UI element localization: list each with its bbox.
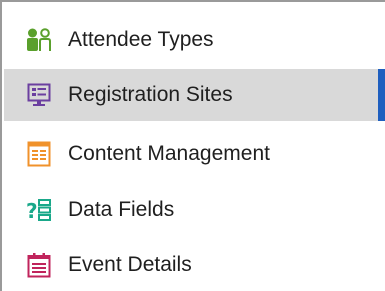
menu-item-label: Content Management <box>68 142 270 165</box>
menu-item-data-fields[interactable]: ? Data Fields <box>4 184 385 236</box>
svg-text:?: ? <box>26 199 38 222</box>
content-management-icon <box>26 141 52 167</box>
menu-item-label: Attendee Types <box>68 28 214 51</box>
menu-item-attendee-types[interactable]: Attendee Types <box>4 14 385 66</box>
attendees-icon <box>26 27 52 53</box>
settings-menu: Attendee Types Registration Sites Conten… <box>0 0 385 291</box>
menu-item-label: Registration Sites <box>68 83 233 106</box>
menu-item-registration-sites[interactable]: Registration Sites <box>4 69 385 121</box>
selected-indicator <box>378 69 385 121</box>
menu-item-content-management[interactable]: Content Management <box>4 128 385 180</box>
registration-site-icon <box>26 82 52 108</box>
data-fields-icon: ? <box>26 197 52 223</box>
menu-item-label: Data Fields <box>68 198 175 221</box>
menu-item-event-details[interactable]: Event Details <box>4 239 385 291</box>
menu-item-label: Event Details <box>68 253 192 276</box>
event-details-icon <box>26 252 52 278</box>
